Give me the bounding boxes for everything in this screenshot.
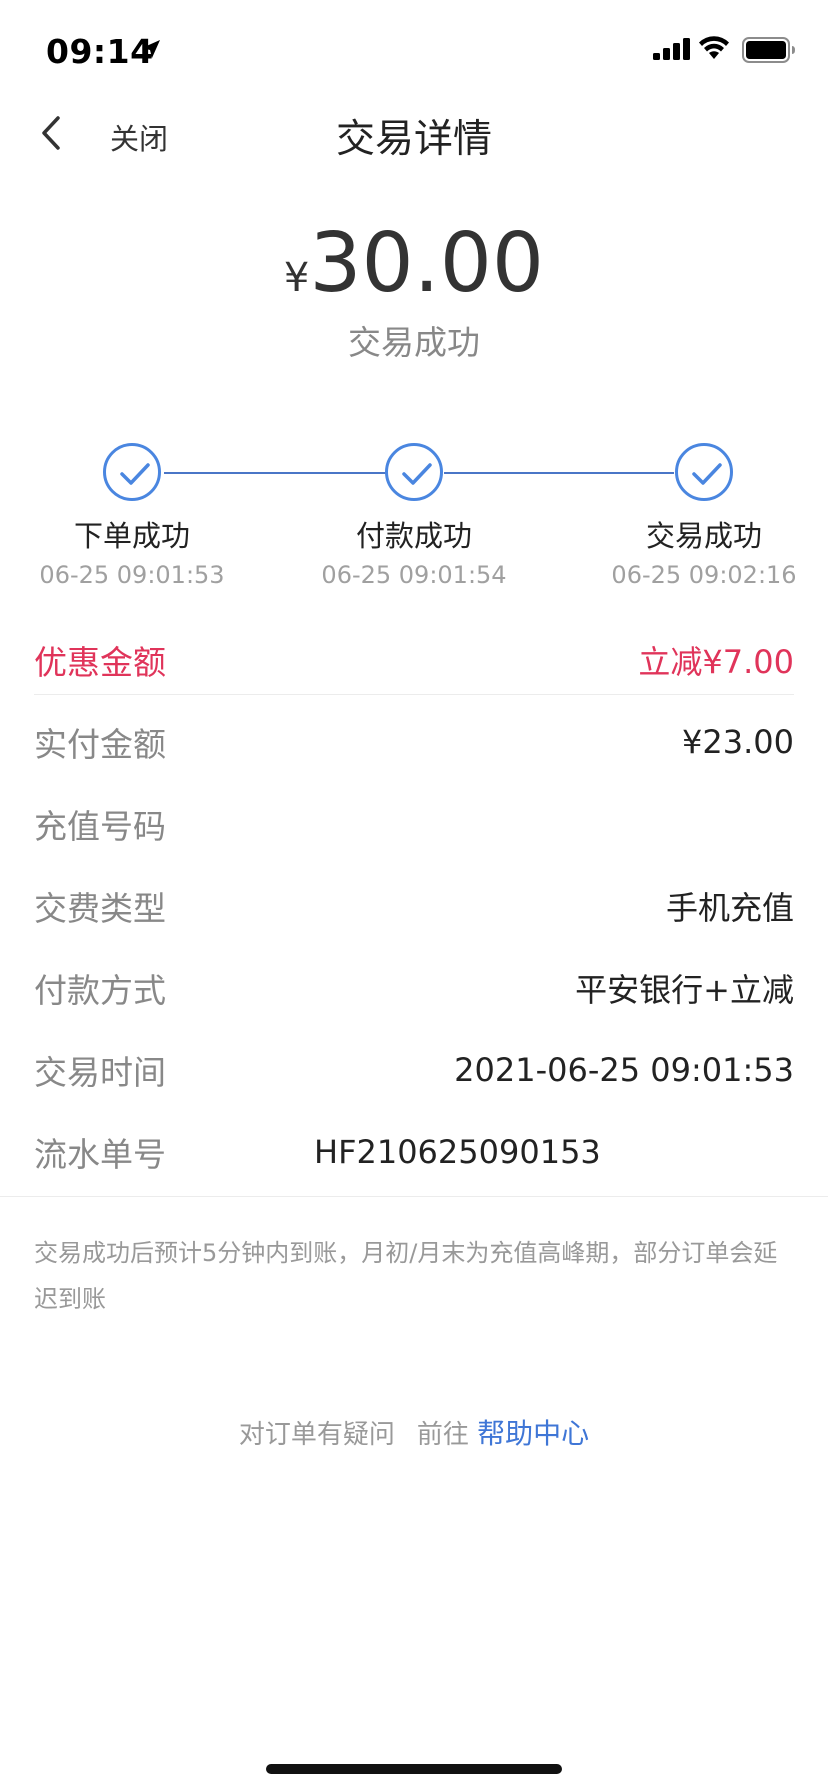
battery-icon <box>742 37 795 63</box>
step-label: 交易成功 <box>645 519 762 553</box>
step-time: 06-25 09:01:53 <box>39 561 225 589</box>
serial-no-value[interactable]: HF210625090153 <box>314 1133 601 1171</box>
arrival-notice: 交易成功后预计5分钟内到账，月初/月末为充值高峰期，部分订单会延迟到账 <box>34 1239 778 1313</box>
check-circle-icon <box>103 443 161 501</box>
amount-currency: ¥ <box>283 255 310 301</box>
amount-display: ¥30.00 <box>0 216 828 311</box>
amount-value: 30.00 <box>309 216 545 311</box>
recharge-number-label: 充值号码 <box>34 807 166 846</box>
location-arrow-icon <box>142 40 160 58</box>
trade-time-value: 2021-06-25 09:01:53 <box>454 1051 794 1089</box>
status-time: 09:14 <box>46 32 154 71</box>
serial-no-label: 流水单号 <box>34 1135 166 1174</box>
transaction-status: 交易成功 <box>348 323 480 362</box>
paid-value: ¥23.00 <box>682 723 794 761</box>
discount-label: 优惠金额 <box>34 642 166 682</box>
signal-icon <box>653 38 690 60</box>
paid-label: 实付金额 <box>34 725 166 764</box>
discount-value: 立减¥7.00 <box>638 642 794 681</box>
fee-type-label: 交费类型 <box>34 889 166 928</box>
detail-row-serial-no: 流水单号 HF210625090153 <box>34 1111 794 1193</box>
trade-time-label: 交易时间 <box>34 1053 166 1092</box>
progress-timeline: 下单成功 06-25 09:01:53 付款成功 06-25 09:01:54 … <box>0 440 828 600</box>
detail-row-fee-type: 交费类型 手机充值 <box>34 865 794 947</box>
step-label: 下单成功 <box>73 519 190 553</box>
check-circle-icon <box>675 443 733 501</box>
detail-row-recharge-number: 充值号码 <box>34 783 794 865</box>
transaction-details: 优惠金额 立减¥7.00 实付金额 ¥23.00 充值号码 交费类型 手机充值 … <box>34 625 794 1193</box>
payment-method-value: 平安银行+立减 <box>575 971 794 1009</box>
payment-method-label: 付款方式 <box>34 971 166 1010</box>
help-goto: 前往 <box>416 1420 469 1450</box>
help-section: 对订单有疑问 前往 帮助中心 <box>0 1412 828 1452</box>
check-circle-icon <box>385 443 443 501</box>
detail-row-discount: 优惠金额 立减¥7.00 <box>34 625 794 695</box>
home-indicator[interactable] <box>266 1764 562 1774</box>
wifi-icon <box>699 36 729 59</box>
page-title: 交易详情 <box>335 117 492 162</box>
step-time: 06-25 09:02:16 <box>611 561 797 589</box>
progress-step-payment: 付款成功 06-25 09:01:54 <box>304 440 524 589</box>
step-time: 06-25 09:01:54 <box>321 561 507 589</box>
nav-bar: 关闭 交易详情 <box>0 100 828 166</box>
help-center-link[interactable]: 帮助中心 <box>477 1417 589 1450</box>
divider <box>0 1196 828 1197</box>
fee-type-value: 手机充值 <box>665 889 794 927</box>
help-question: 对订单有疑问 <box>238 1420 395 1450</box>
progress-step-complete: 交易成功 06-25 09:02:16 <box>594 440 814 589</box>
detail-row-paid: 实付金额 ¥23.00 <box>34 701 794 783</box>
detail-row-trade-time: 交易时间 2021-06-25 09:01:53 <box>34 1029 794 1111</box>
step-label: 付款成功 <box>355 519 472 553</box>
progress-step-order: 下单成功 06-25 09:01:53 <box>22 440 242 589</box>
detail-row-payment-method: 付款方式 平安银行+立减 <box>34 947 794 1029</box>
status-bar: 09:14 <box>0 0 828 100</box>
